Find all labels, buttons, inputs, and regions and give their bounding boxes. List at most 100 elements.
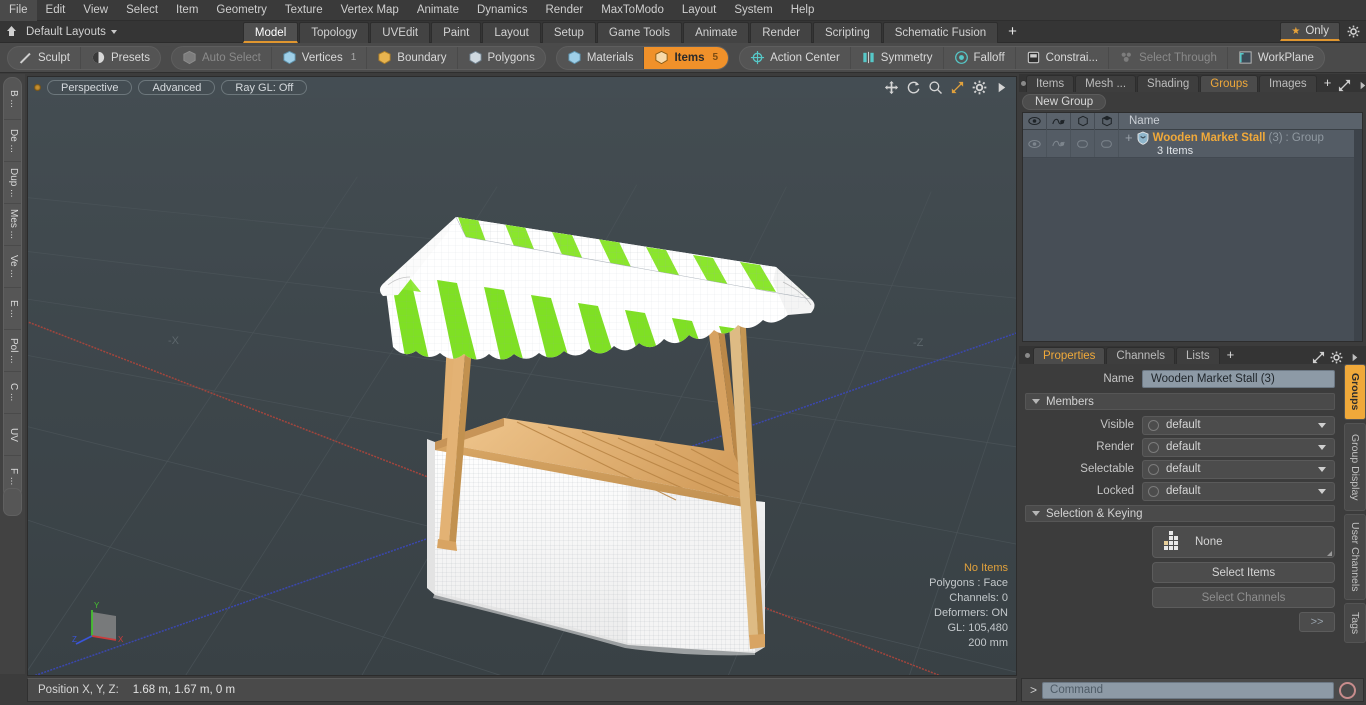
record-circle-icon[interactable]: [1339, 681, 1356, 699]
command-input[interactable]: Command: [1042, 681, 1334, 699]
name-field[interactable]: Wooden Market Stall (3): [1142, 370, 1335, 388]
tab-channels[interactable]: Channels: [1106, 347, 1176, 364]
left-tab-mesh-edit[interactable]: Mes ...: [4, 204, 21, 246]
side-tab-group-display[interactable]: Group Display: [1344, 423, 1366, 511]
add-properties-tab-button[interactable]: +: [1221, 347, 1241, 364]
tab-images[interactable]: Images: [1258, 75, 1317, 92]
row-selectable-toggle[interactable]: [1071, 130, 1095, 157]
rotate-icon[interactable]: [906, 80, 921, 95]
members-section-header[interactable]: Members: [1025, 393, 1335, 410]
menu-item-edit[interactable]: Edit: [37, 0, 75, 21]
chevron-right-icon[interactable]: [1356, 79, 1366, 92]
tab-properties[interactable]: Properties: [1033, 347, 1106, 364]
menu-item-system[interactable]: System: [725, 0, 781, 21]
render-icon[interactable]: [1047, 113, 1071, 130]
symmetry-button[interactable]: Symmetry: [851, 46, 944, 69]
row-eye-icon[interactable]: [1023, 130, 1047, 157]
chevron-right-icon[interactable]: [1348, 351, 1361, 364]
select-items-button[interactable]: Select Items: [1152, 562, 1335, 583]
left-tab-curve[interactable]: C ...: [4, 372, 21, 414]
viewport-perspective-button[interactable]: Perspective: [47, 80, 133, 95]
fit-icon[interactable]: [950, 80, 965, 95]
constraint-button[interactable]: Constrai...: [1016, 46, 1110, 69]
groups-tree-scrollbar[interactable]: [1354, 130, 1362, 341]
select-through-button[interactable]: Select Through: [1109, 46, 1228, 69]
layout-tab-animate[interactable]: Animate: [683, 21, 750, 43]
tab-items[interactable]: Items: [1026, 75, 1075, 92]
left-tab-deform[interactable]: De ...: [4, 120, 21, 162]
tab-lists[interactable]: Lists: [1176, 347, 1220, 364]
layout-tab-scripting[interactable]: Scripting: [812, 21, 882, 43]
properties-menu-dot-icon[interactable]: [1021, 346, 1033, 364]
locked-dropdown[interactable]: default: [1142, 481, 1335, 501]
materials-button[interactable]: Materials: [557, 46, 645, 69]
record-dot-icon[interactable]: [34, 84, 41, 91]
pan-icon[interactable]: [884, 80, 899, 95]
left-tool-extra-panel[interactable]: [3, 488, 22, 516]
side-tab-user-channels[interactable]: User Channels: [1344, 514, 1366, 600]
add-layout-tab-button[interactable]: +: [999, 22, 1026, 43]
boundary-button[interactable]: Boundary: [367, 46, 458, 69]
side-tab-tags[interactable]: Tags: [1344, 603, 1366, 643]
home-icon[interactable]: [0, 21, 22, 43]
channel-dot-icon[interactable]: [1148, 463, 1159, 475]
groups-tree-empty-area[interactable]: [1023, 159, 1354, 341]
channel-dot-icon[interactable]: [1148, 419, 1159, 431]
menu-item-item[interactable]: Item: [167, 0, 207, 21]
action-center-button[interactable]: Action Center: [740, 46, 851, 69]
layout-tab-layout[interactable]: Layout: [482, 21, 541, 43]
menu-item-help[interactable]: Help: [782, 0, 824, 21]
menu-item-file[interactable]: File: [0, 0, 37, 21]
play-arrow-icon[interactable]: [994, 80, 1009, 95]
table-row[interactable]: + Wooden Market Stall (3) : Group 3 Item…: [1023, 130, 1362, 158]
menu-item-vertex-map[interactable]: Vertex Map: [332, 0, 408, 21]
left-tab-basic[interactable]: B ...: [4, 78, 21, 120]
menu-item-maxtomodo[interactable]: MaxToModo: [592, 0, 673, 21]
vertices-button[interactable]: Vertices 1: [272, 46, 368, 69]
visible-dropdown[interactable]: default: [1142, 415, 1335, 435]
viewport-advanced-button[interactable]: Advanced: [138, 80, 216, 95]
tab-shading[interactable]: Shading: [1137, 75, 1200, 92]
tab-groups[interactable]: Groups: [1200, 75, 1258, 92]
3d-viewport[interactable]: -X -Z Perspective Advanced Ray GL: Off N…: [27, 76, 1017, 676]
sculpt-button[interactable]: Sculpt: [8, 46, 81, 69]
left-tab-duplicate[interactable]: Dup ...: [4, 162, 21, 204]
row-render-icon[interactable]: [1047, 130, 1071, 157]
more-options-button[interactable]: >>: [1299, 612, 1335, 632]
render-dropdown[interactable]: default: [1142, 437, 1335, 457]
menu-item-view[interactable]: View: [74, 0, 117, 21]
layout-tab-setup[interactable]: Setup: [541, 21, 596, 43]
side-tab-groups[interactable]: Groups: [1344, 364, 1366, 420]
eye-icon[interactable]: [1023, 113, 1047, 130]
row-locked-toggle[interactable]: [1095, 130, 1119, 157]
menu-item-layout[interactable]: Layout: [673, 0, 726, 21]
zoom-icon[interactable]: [928, 80, 943, 95]
axis-gizmo[interactable]: Y X Z: [72, 598, 132, 653]
menu-item-select[interactable]: Select: [117, 0, 167, 21]
new-group-button[interactable]: New Group: [1022, 94, 1107, 110]
default-layouts-dropdown[interactable]: Default Layouts: [22, 26, 123, 38]
layout-tab-paint[interactable]: Paint: [431, 21, 482, 43]
channel-dot-icon[interactable]: [1148, 441, 1159, 453]
falloff-button[interactable]: Falloff: [944, 46, 1016, 69]
groups-tree[interactable]: Name + Wooden Market Stall (3): Group 3…: [1022, 112, 1363, 342]
wooden-market-stall-model[interactable]: [28, 77, 1017, 676]
expand-icon[interactable]: [1312, 351, 1325, 364]
left-tab-uv[interactable]: UV: [4, 414, 21, 456]
gear-icon[interactable]: [1340, 21, 1366, 43]
only-toggle-button[interactable]: ★ Only: [1280, 22, 1340, 41]
cube-outline-icon[interactable]: [1071, 113, 1095, 130]
layout-tab-schematic-fusion[interactable]: Schematic Fusion: [882, 21, 999, 43]
cube-shaded-icon[interactable]: [1095, 113, 1119, 130]
presets-button[interactable]: Presets: [81, 47, 160, 69]
layout-tab-topology[interactable]: Topology: [299, 21, 370, 43]
viewport-raygl-button[interactable]: Ray GL: Off: [221, 80, 308, 95]
layout-tab-model[interactable]: Model: [242, 21, 299, 43]
menu-item-render[interactable]: Render: [536, 0, 592, 21]
left-tab-vertex[interactable]: Ve ...: [4, 246, 21, 288]
polygons-button[interactable]: Polygons: [458, 47, 545, 69]
menu-item-dynamics[interactable]: Dynamics: [468, 0, 536, 21]
selection-set-field[interactable]: None: [1152, 526, 1335, 558]
workplane-button[interactable]: WorkPlane: [1228, 47, 1324, 69]
selection-keying-section-header[interactable]: Selection & Keying: [1025, 505, 1335, 522]
